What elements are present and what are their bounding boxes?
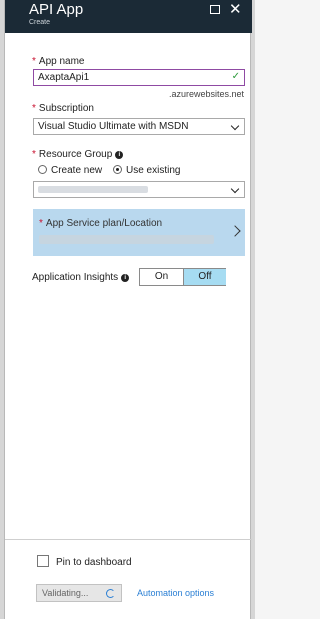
- blade-title: API App: [29, 1, 84, 18]
- required-icon: *: [39, 218, 43, 229]
- valid-check-icon: ✓: [231, 71, 240, 82]
- chevron-down-icon: [230, 184, 240, 194]
- spinner-icon: [106, 589, 115, 598]
- subscription-select[interactable]: Visual Studio Ultimate with MSDN: [33, 118, 245, 135]
- radio-circle[interactable]: [38, 165, 47, 174]
- redacted-value: [38, 186, 148, 193]
- create-blade: API App Create ✕ * App name AxaptaApi1 ✓ …: [4, 0, 252, 619]
- pin-label: Pin to dashboard: [56, 557, 132, 568]
- close-icon[interactable]: ✕: [229, 0, 242, 18]
- subscription-value: Visual Studio Ultimate with MSDN: [38, 121, 189, 132]
- radio-circle-selected[interactable]: [113, 165, 122, 174]
- required-icon: *: [32, 149, 36, 160]
- required-icon: *: [32, 103, 36, 114]
- pin-checkbox[interactable]: [37, 555, 49, 567]
- chevron-right-icon: [229, 225, 241, 237]
- validate-button[interactable]: Validating...: [36, 584, 122, 602]
- validate-label: Validating...: [42, 588, 89, 598]
- radio-create-new[interactable]: Create new: [38, 165, 102, 176]
- chevron-down-icon: [230, 121, 240, 131]
- maximize-icon[interactable]: [210, 5, 220, 14]
- insights-label: Application Insights i: [32, 272, 130, 283]
- footer-divider: [5, 539, 252, 540]
- app-name-label: * App name: [32, 56, 85, 67]
- blade-subtitle: Create: [29, 19, 51, 26]
- insights-toggle[interactable]: On Off: [139, 268, 226, 286]
- toggle-on-option[interactable]: On: [140, 269, 183, 285]
- redacted-plan-value: [39, 235, 214, 244]
- blade-header: API App Create ✕: [5, 0, 252, 33]
- resource-group-label: * Resource Group i: [32, 149, 124, 160]
- app-name-suffix: .azurewebsites.net: [169, 89, 245, 99]
- required-icon: *: [32, 56, 36, 67]
- automation-options-link[interactable]: Automation options: [137, 588, 214, 598]
- app-name-value: AxaptaApi1: [38, 72, 90, 83]
- plan-label: * App Service plan/Location: [39, 218, 163, 229]
- resource-group-select[interactable]: [33, 181, 245, 198]
- app-service-plan-selector[interactable]: * App Service plan/Location: [33, 209, 245, 256]
- radio-use-existing[interactable]: Use existing: [113, 165, 180, 176]
- info-icon[interactable]: i: [121, 274, 130, 282]
- app-name-input[interactable]: AxaptaApi1 ✓: [33, 69, 245, 86]
- subscription-label: * Subscription: [32, 103, 94, 114]
- info-icon[interactable]: i: [115, 151, 124, 159]
- toggle-off-option[interactable]: Off: [183, 269, 226, 285]
